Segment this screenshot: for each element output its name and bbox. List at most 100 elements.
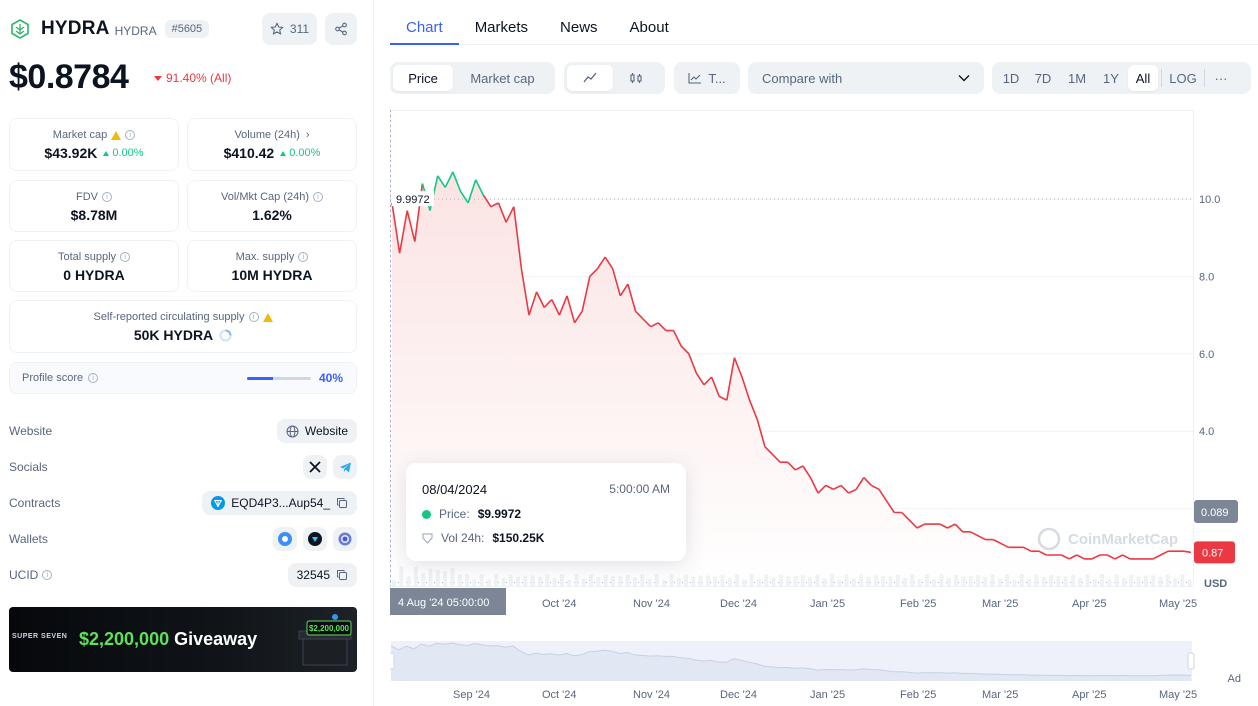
tab-chart[interactable]: Chart bbox=[390, 0, 459, 45]
telegram-link[interactable] bbox=[333, 455, 357, 479]
compare-with-dropdown[interactable]: Compare with bbox=[748, 62, 984, 94]
stat-total-supply: Total supply i 0 HYDRA bbox=[9, 240, 179, 292]
volume-bar bbox=[1100, 574, 1105, 586]
volume-bar bbox=[552, 578, 557, 586]
contract-address-button[interactable]: EQD4P3...Aup54_ bbox=[202, 491, 357, 515]
ucid-row: UCID i 32545 bbox=[9, 563, 357, 587]
tab-news[interactable]: News bbox=[544, 0, 614, 45]
volume-bar bbox=[669, 574, 674, 586]
wallet-link[interactable] bbox=[303, 527, 327, 551]
info-icon[interactable]: i bbox=[120, 252, 131, 262]
row-label: UCID bbox=[9, 568, 39, 582]
candlestick-option[interactable] bbox=[613, 65, 659, 91]
stat-change: 0.00% bbox=[112, 147, 144, 159]
volume-bar bbox=[1165, 574, 1170, 586]
more-options-button[interactable]: ··· bbox=[1208, 65, 1234, 91]
stat-volume[interactable]: Volume (24h) › $410.42 0.00% bbox=[187, 118, 357, 171]
volume-bar bbox=[1129, 574, 1134, 586]
stat-change: 0.00% bbox=[289, 147, 321, 159]
price-chart[interactable]: 2.04.06.08.010.09.99720.870.089CoinMarke… bbox=[390, 110, 1258, 706]
watchlist-button[interactable]: 311 bbox=[262, 13, 317, 45]
line-chart-option[interactable] bbox=[567, 65, 613, 91]
volume-bar bbox=[1136, 576, 1141, 586]
volume-bar bbox=[1063, 576, 1068, 586]
volume-bar bbox=[764, 574, 769, 586]
navigator-tick-label: Sep '24 bbox=[453, 689, 490, 701]
ucid-copy-button[interactable]: 32545 bbox=[287, 563, 357, 587]
start-marker-label: 9.9972 bbox=[396, 194, 430, 206]
volume-bar bbox=[1027, 578, 1032, 586]
info-icon[interactable]: i bbox=[298, 252, 309, 262]
stat-value: 0 HYDRA bbox=[63, 267, 125, 283]
wallet-link[interactable] bbox=[333, 527, 357, 551]
ad-banner[interactable]: SUPER SEVEN $2,200,000 Giveaway $2,200,0… bbox=[9, 607, 357, 672]
volume-bar bbox=[581, 578, 586, 586]
volume-bar bbox=[501, 577, 506, 586]
indicators-button[interactable]: T... bbox=[674, 62, 740, 94]
volume-bar bbox=[924, 574, 929, 586]
volume-bar bbox=[771, 577, 776, 586]
volume-bar bbox=[545, 574, 550, 586]
stat-label: FDV bbox=[76, 191, 98, 203]
volume-bar bbox=[392, 580, 396, 586]
tooltip-price-label: Price: bbox=[439, 507, 470, 521]
volume-bar bbox=[757, 578, 761, 586]
volume-bar bbox=[574, 574, 579, 586]
range-divider bbox=[1161, 69, 1162, 87]
profile-score[interactable]: Profile score i 40% bbox=[9, 362, 357, 394]
range-1m[interactable]: 1M bbox=[1060, 65, 1094, 91]
indicator-icon bbox=[688, 73, 702, 84]
navigator-left-handle[interactable] bbox=[390, 652, 395, 670]
wallet-ring-icon bbox=[338, 532, 352, 546]
log-toggle[interactable]: LOG bbox=[1165, 65, 1201, 91]
volume-bar bbox=[822, 578, 827, 586]
chevron-right-icon: › bbox=[305, 129, 310, 141]
info-icon[interactable]: i bbox=[313, 192, 324, 202]
coinmarketcap-watermark: CoinMarketCap bbox=[1037, 527, 1178, 551]
copy-icon bbox=[337, 570, 347, 580]
range-divider bbox=[1204, 69, 1205, 87]
volume-bar bbox=[968, 575, 973, 586]
share-button[interactable] bbox=[325, 13, 357, 45]
volume-bar bbox=[932, 579, 937, 586]
info-icon[interactable]: i bbox=[88, 373, 99, 383]
website-button[interactable]: Website bbox=[276, 419, 357, 443]
volume-bar bbox=[997, 578, 1002, 586]
contracts-row: Contracts EQD4P3...Aup54_ bbox=[9, 491, 357, 515]
info-icon[interactable]: i bbox=[42, 570, 53, 580]
metric-price[interactable]: Price bbox=[393, 65, 453, 91]
navigator-right-handle[interactable] bbox=[1187, 652, 1195, 670]
volume-bar bbox=[413, 567, 418, 586]
volume-bar bbox=[866, 576, 871, 586]
info-icon[interactable]: i bbox=[102, 192, 112, 202]
line-chart-icon bbox=[583, 72, 597, 83]
stat-value: 10M HYDRA bbox=[231, 267, 313, 283]
volume-bar bbox=[851, 578, 856, 586]
copy-icon[interactable] bbox=[336, 497, 348, 509]
warning-icon bbox=[111, 130, 122, 140]
tab-markets[interactable]: Markets bbox=[459, 0, 544, 45]
range-1d[interactable]: 1D bbox=[996, 65, 1026, 91]
range-navigator bbox=[390, 641, 1195, 681]
volume-bar bbox=[1122, 577, 1126, 586]
volume-bar bbox=[450, 567, 455, 586]
tab-about[interactable]: About bbox=[614, 0, 685, 45]
volume-bar bbox=[486, 579, 491, 586]
navigator-tick-label: Dec '24 bbox=[720, 689, 757, 701]
axis-unit-label: USD bbox=[1204, 578, 1227, 590]
info-icon[interactable]: i bbox=[248, 312, 259, 322]
range-all[interactable]: All bbox=[1128, 65, 1158, 91]
volume-bar bbox=[428, 568, 433, 586]
volume-bar bbox=[735, 574, 740, 586]
info-icon[interactable]: i bbox=[125, 130, 136, 140]
volume-bar bbox=[494, 574, 499, 586]
metric-market-cap[interactable]: Market cap bbox=[453, 65, 552, 91]
wallet-link[interactable] bbox=[273, 527, 297, 551]
x-twitter-link[interactable] bbox=[303, 455, 327, 479]
navigator-tick-label: Feb '25 bbox=[900, 689, 936, 701]
volume-bar bbox=[705, 575, 710, 586]
profile-score-label: Profile score bbox=[22, 372, 84, 384]
range-1y[interactable]: 1Y bbox=[1094, 65, 1128, 91]
range-7d[interactable]: 7D bbox=[1026, 65, 1060, 91]
contract-address: EQD4P3...Aup54_ bbox=[231, 496, 330, 510]
